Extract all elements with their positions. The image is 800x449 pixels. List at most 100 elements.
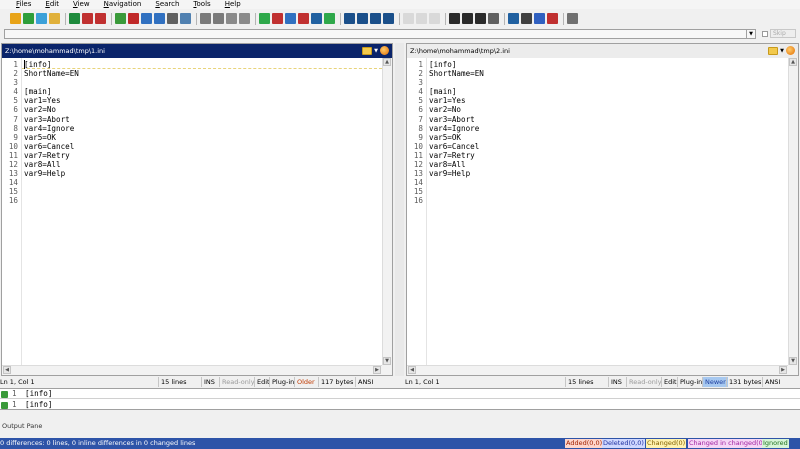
refresh-icon[interactable] [23,13,34,24]
code-line[interactable]: var8=All [429,160,788,169]
layout-grid-icon[interactable] [298,13,309,24]
layout-horizontal-icon[interactable] [272,13,283,24]
code-line[interactable]: var7=Retry [429,151,788,160]
binoculars-icon[interactable] [449,13,460,24]
menu-item-navigation[interactable]: Navigation [104,0,142,9]
horizontal-scrollbar[interactable]: ◀ ▶ [2,365,382,375]
menu-item-tools[interactable]: Tools [193,0,210,9]
reload-icon[interactable] [36,13,47,24]
filter-icon[interactable] [344,13,355,24]
menu-item-files[interactable]: Files [16,0,31,9]
file-options-icon[interactable] [786,46,795,55]
code-line[interactable]: var8=All [24,160,382,169]
diff-row-right[interactable]: 1 [info] [0,400,800,410]
vertical-scrollbar[interactable]: ▲ ▼ [788,58,798,365]
menu-item-search[interactable]: Search [155,0,179,9]
code-area[interactable]: [info] ShortName=EN [main] var1=Yes var2=No v… [429,60,788,206]
edit-pen-icon[interactable] [128,13,139,24]
up-arrow-icon[interactable] [403,13,414,24]
scroll-up-icon[interactable]: ▲ [383,58,391,66]
open-icon[interactable] [10,13,21,24]
undo-icon[interactable] [200,13,211,24]
open-folder-icon[interactable] [362,46,373,55]
down-arrow-icon[interactable] [429,13,440,24]
chevron-down-icon[interactable]: ▼ [746,30,755,38]
file-options-icon[interactable] [380,46,389,55]
filter-clear-icon[interactable] [383,13,394,24]
chevron-down-icon[interactable]: ▼ [374,48,378,54]
code-line[interactable]: var9=Help [24,169,382,178]
code-line[interactable]: var2=No [429,105,788,114]
chevron-down-icon[interactable]: ▼ [780,48,784,54]
sync-scroll-icon[interactable] [311,13,322,24]
skip-option[interactable]: Skip [762,29,796,38]
code-line[interactable]: ShortName=EN [24,69,382,78]
code-line[interactable] [429,196,788,205]
scroll-right-icon[interactable]: ▶ [779,366,787,374]
save-all-icon[interactable] [95,13,106,24]
edit-icon[interactable] [115,13,126,24]
readonly-indicator[interactable]: Read-only [219,377,255,387]
next-arrow-icon[interactable] [226,13,237,24]
code-line[interactable]: [info] [24,60,382,69]
scroll-down-icon[interactable]: ▼ [383,357,391,365]
code-line[interactable]: var3=Abort [429,115,788,124]
code-line[interactable]: var5=OK [429,133,788,142]
encoding[interactable]: ANSI [355,377,373,387]
plugins-icon[interactable] [534,13,545,24]
code-line[interactable]: [main] [429,87,788,96]
code-line[interactable]: var2=No [24,105,382,114]
code-line[interactable]: ShortName=EN [429,69,788,78]
menu-item-edit[interactable]: Edit [45,0,59,9]
encoding[interactable]: ANSI [762,377,780,387]
diff-row-left[interactable]: 1 [info] [0,389,800,399]
redo-icon[interactable] [213,13,224,24]
scroll-left-icon[interactable]: ◀ [408,366,416,374]
filter-combo[interactable]: ▼ [4,29,756,39]
readonly-indicator[interactable]: Read-only [626,377,662,387]
check-icon[interactable] [324,13,335,24]
menu-item-help[interactable]: Help [225,0,241,9]
code-line[interactable]: var4=Ignore [24,124,382,133]
save-icon[interactable] [69,13,80,24]
layout-vertical-icon[interactable] [285,13,296,24]
open-folder-icon[interactable] [49,13,60,24]
open-folder-icon[interactable] [768,46,779,55]
scroll-right-icon[interactable]: ▶ [373,366,381,374]
code-line[interactable]: var4=Ignore [429,124,788,133]
print-preview-icon[interactable] [180,13,191,24]
vertical-scrollbar[interactable]: ▲ ▼ [382,58,392,365]
code-line[interactable] [24,78,382,87]
code-line[interactable]: var7=Retry [24,151,382,160]
scroll-up-icon[interactable]: ▲ [789,58,797,66]
copy-left-icon[interactable] [141,13,152,24]
options-icon[interactable] [508,13,519,24]
copy-right-icon[interactable] [154,13,165,24]
binoculars-prev-icon[interactable] [475,13,486,24]
binoculars-next-icon[interactable] [462,13,473,24]
prev-arrow-icon[interactable] [239,13,250,24]
code-line[interactable]: var5=OK [24,133,382,142]
skip-input[interactable]: Skip [770,29,796,38]
code-line[interactable]: var1=Yes [429,96,788,105]
horizontal-scrollbar[interactable]: ◀ ▶ [407,365,788,375]
code-area[interactable]: [info] ShortName=EN [main] var1=Yes var2=No v… [24,60,382,206]
list-icon[interactable] [521,13,532,24]
filter-prev-icon[interactable] [370,13,381,24]
print-icon[interactable] [167,13,178,24]
right-editor[interactable]: 1 2 3 4 5 6 7 8 9 10 11 12 13 14 15 16 [info] ShortName=… [407,58,788,365]
code-line[interactable]: var9=Help [429,169,788,178]
font-size-icon[interactable] [488,13,499,24]
code-line[interactable]: var6=Cancel [429,142,788,151]
scroll-left-icon[interactable]: ◀ [3,366,11,374]
filter-next-icon[interactable] [357,13,368,24]
code-line[interactable] [24,187,382,196]
code-line[interactable] [24,196,382,205]
code-line[interactable] [429,78,788,87]
save-as-icon[interactable] [82,13,93,24]
pane-splitter[interactable] [395,43,404,376]
scroll-down-icon[interactable]: ▼ [789,357,797,365]
code-line[interactable]: [main] [24,87,382,96]
code-line[interactable] [429,178,788,187]
code-line[interactable]: var1=Yes [24,96,382,105]
